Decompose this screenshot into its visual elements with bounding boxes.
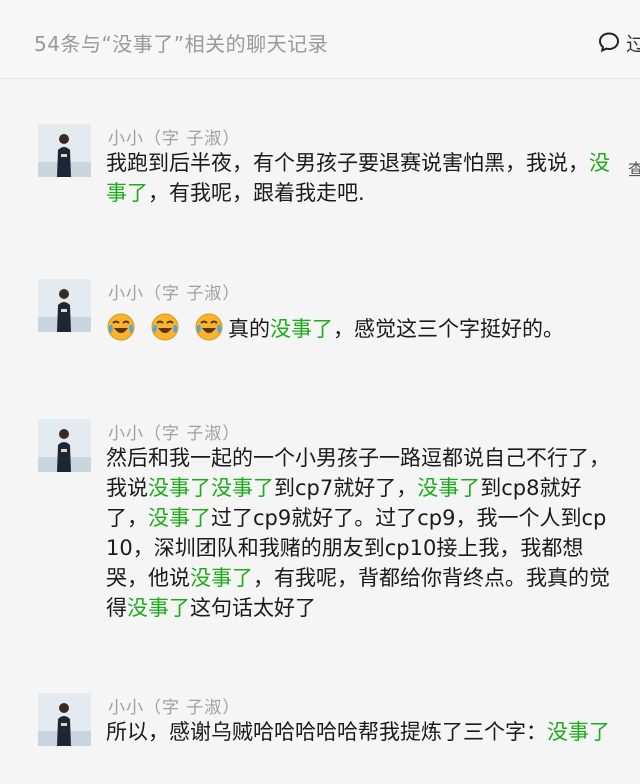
keyword-highlight: 没事了 [190,566,253,590]
avatar[interactable] [38,124,91,177]
header-cut-text: 过 [626,32,640,56]
message-segment: ，有我呢，跟着我走吧. [148,181,365,205]
page-title: 54条与“没事了”相关的聊天记录 [34,32,329,56]
keyword-highlight: 没事了 [148,506,211,530]
sender-name: 小小（字 子淑） [108,698,241,718]
message-segment: ，感觉这三个字挺好的。 [333,317,564,341]
avatar[interactable] [38,419,91,472]
keyword-highlight: 没事了没事了 [148,476,274,500]
crying-laughing-emoji-icon [151,313,179,341]
message-text: 真的没事了，感觉这三个字挺好的。 [106,312,610,344]
message-segment: 我跑到后半夜，有个男孩子要退赛说害怕黑，我说， [106,151,589,175]
message-segment: 到cp7就好了， [274,476,418,500]
sender-name: 小小（字 子淑） [108,424,241,444]
message-segment: 这句话太好了 [190,596,316,620]
sender-name: 小小（字 子淑） [108,129,241,149]
message-segment: 真的 [228,317,270,341]
avatar[interactable] [38,693,91,746]
keyword-highlight: 没事了 [127,596,190,620]
message-text: 所以，感谢乌贼哈哈哈哈哈帮我提炼了三个字：没事了 [106,717,610,747]
message-text: 我跑到后半夜，有个男孩子要退赛说害怕黑，我说，没事了，有我呢，跟着我走吧. [106,148,610,208]
keyword-highlight: 没事了 [547,720,610,744]
message-segment: 所以，感谢乌贼哈哈哈哈哈帮我提炼了三个字： [106,720,547,744]
chat-history-window: 54条与“没事了”相关的聊天记录 过 小小（字 子淑） 我跑到后半夜，有个男孩子… [0,0,640,784]
keyword-highlight: 没事了 [270,317,333,341]
side-cut-text: 查 [628,160,640,179]
crying-laughing-emoji-icon [107,313,135,341]
header-bar: 54条与“没事了”相关的聊天记录 过 [0,0,640,79]
chat-bubble-icon[interactable] [598,31,620,53]
keyword-highlight: 没事了 [417,476,481,500]
crying-laughing-emoji-icon [195,313,223,341]
message-text: 然后和我一起的一个小男孩子一路逗都说自己不行了，我说没事了没事了到cp7就好了，… [106,443,610,623]
sender-name: 小小（字 子淑） [108,284,241,304]
avatar[interactable] [38,279,91,332]
